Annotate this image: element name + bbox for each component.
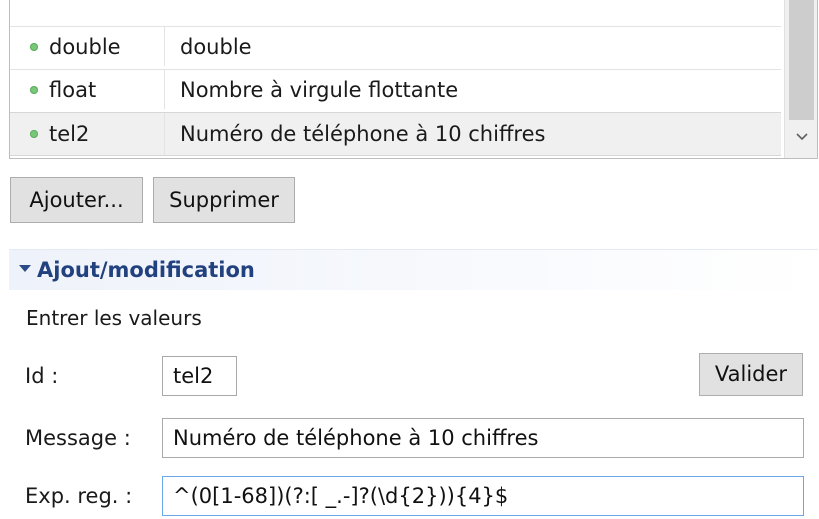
column-divider — [164, 27, 165, 66]
row-message: Numéro de téléphone à 10 chiffres — [180, 122, 546, 146]
status-dot-icon — [30, 86, 38, 94]
add-button[interactable]: Ajouter... — [10, 177, 143, 223]
clipped-row-remnant: ‾ ˘ ‾ — [370, 0, 415, 13]
message-field[interactable] — [162, 418, 804, 458]
status-dot-icon — [30, 130, 38, 138]
chevron-down-icon[interactable] — [793, 128, 811, 146]
message-label: Message : — [25, 426, 131, 450]
id-field[interactable] — [162, 356, 237, 396]
regex-label: Exp. reg. : — [25, 484, 133, 508]
section-title: Ajout/modification — [37, 258, 255, 282]
table-row-selected[interactable]: tel2 Numéro de téléphone à 10 chiffres — [10, 112, 781, 156]
row-id: double — [49, 35, 121, 59]
section-header[interactable]: Ajout/modification — [9, 249, 818, 290]
column-divider — [164, 70, 165, 109]
row-message: Nombre à virgule flottante — [180, 78, 459, 102]
section-description: Entrer les valeurs — [26, 306, 202, 330]
vertical-scrollbar[interactable] — [784, 0, 817, 158]
validate-button[interactable]: Valider — [699, 353, 803, 396]
delete-button[interactable]: Supprimer — [153, 177, 295, 223]
collapse-triangle-icon[interactable] — [19, 265, 31, 272]
row-message: double — [180, 35, 252, 59]
table-row[interactable]: double double — [10, 26, 781, 66]
regex-field[interactable] — [162, 476, 804, 516]
table-row[interactable]: float Nombre à virgule flottante — [10, 69, 781, 109]
row-id: float — [49, 78, 97, 102]
row-id: tel2 — [49, 122, 90, 146]
status-dot-icon — [30, 43, 38, 51]
column-divider — [164, 113, 165, 155]
types-table: ‾ ˘ ‾ double double float Nombre à virgu… — [9, 0, 818, 159]
id-label: Id : — [25, 364, 59, 388]
scrollbar-thumb[interactable] — [789, 0, 814, 120]
